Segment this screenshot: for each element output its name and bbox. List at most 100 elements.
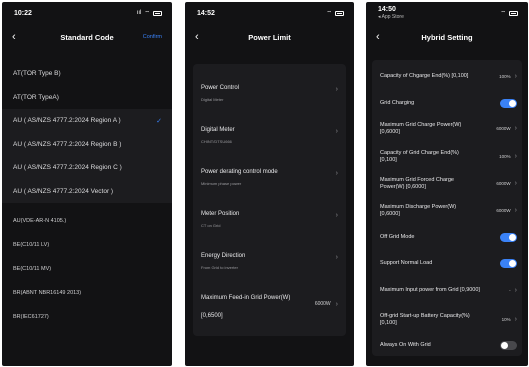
- status-icons: ⌔: [500, 9, 518, 17]
- off-grid-mode-toggle[interactable]: [500, 232, 517, 242]
- row-label: Support Normal Load: [380, 259, 433, 266]
- wifi-icon: ⌔: [326, 11, 332, 17]
- hybrid-setting-screen: 14:50 ◂ App Store ⌔ ‹ Hybrid Setting Cap…: [366, 2, 528, 366]
- chevron-right-icon: ›: [335, 211, 338, 219]
- app-store-back-link[interactable]: ◂ App Store: [378, 14, 404, 20]
- row-label: Power derating control mode: [201, 169, 278, 175]
- back-icon[interactable]: ‹: [12, 31, 26, 43]
- derating-mode-row[interactable]: Power derating control mode Minimum phase…: [193, 152, 346, 194]
- row-value: 10%: [501, 317, 511, 322]
- always-on-with-grid-toggle[interactable]: [500, 340, 517, 350]
- chevron-right-icon: ›: [335, 253, 338, 261]
- row-value: CT on Grid: [201, 223, 221, 228]
- grid-charge-end-capacity-row[interactable]: Capacity of Grid Charge End(%) [0,100] 1…: [372, 143, 522, 170]
- list-item-label: BE(C10/11 LV): [13, 242, 50, 248]
- chevron-right-icon: ›: [335, 127, 338, 135]
- list-item-selected[interactable]: AU ( AS/NZS 4777.2:2024 Region A ) ✓: [2, 109, 172, 133]
- standard-code-list: AT(TOR Type B) AT(TOR TypeA) AU ( AS/NZS…: [2, 62, 172, 329]
- list-item-label: BR(IEC61727): [13, 314, 49, 320]
- list-item[interactable]: AU ( AS/NZS 4777.2:2024 Vector ): [2, 180, 172, 204]
- row-label: Maximum Feed-in Grid Power(W) [0,6500]: [201, 295, 291, 319]
- row-label: Digital Meter: [201, 127, 235, 133]
- charge-end-capacity-row[interactable]: Capacity of Chgarge End(%) [0,100] 100% ›: [372, 60, 522, 92]
- row-label: Maximum Grid Forced Charge Power(W) [0,6…: [380, 176, 454, 190]
- chevron-right-icon: ›: [335, 169, 338, 177]
- max-feed-in-row[interactable]: Maximum Feed-in Grid Power(W) [0,6500] 6…: [193, 278, 346, 332]
- chevron-right-icon: ›: [335, 300, 338, 308]
- grid-charging-toggle[interactable]: [500, 98, 517, 108]
- chevron-right-icon: ›: [514, 316, 517, 323]
- row-label: Energy Direction: [201, 253, 246, 259]
- status-bar: 14:52 ⌔: [185, 2, 354, 24]
- power-limit-screen: 14:52 ⌔ ‹ Power Limit Power Control Digit…: [185, 2, 354, 366]
- chevron-right-icon: ›: [514, 287, 517, 294]
- status-icons: ⌔: [326, 9, 344, 17]
- nav-bar: ‹ Power Limit: [185, 24, 354, 50]
- standard-code-screen: 10:22 ııl ⌔ ‹ Standard Code Confirm AT(T…: [2, 2, 172, 366]
- power-limit-list: Power Control Digital Meter › Digital Met…: [193, 64, 346, 336]
- max-input-power-row[interactable]: Maximum Input power from Grid [0,9000] -…: [372, 276, 522, 305]
- row-value: Minimum phase power: [201, 181, 242, 186]
- off-grid-startup-capacity-row[interactable]: Off-grid Start-up Battery Capacity(%) [0…: [372, 305, 522, 334]
- signal-icon: ııl: [136, 10, 142, 16]
- list-item[interactable]: AU ( AS/NZS 4777.2:2024 Region C ): [2, 156, 172, 180]
- digital-meter-row[interactable]: Digital Meter CHINT/DTSU666 ›: [193, 110, 346, 152]
- row-label: Always On With Grid: [380, 341, 431, 348]
- list-item[interactable]: AT(TOR Type B): [2, 62, 172, 86]
- page-title: Power Limit: [248, 32, 291, 42]
- row-label: Capacity of Grid Charge End(%) [0,100]: [380, 149, 459, 163]
- battery-icon: [153, 10, 162, 16]
- support-normal-load-row: Support Normal Load: [372, 250, 522, 276]
- list-item-label: AU(VDE-AR-N 4105.): [13, 218, 67, 224]
- nav-bar: ‹ Standard Code Confirm: [2, 24, 172, 50]
- chevron-right-icon: ›: [514, 153, 517, 160]
- row-label: Maximum Grid Charge Power(W) [0,6000]: [380, 121, 462, 135]
- battery-icon: [335, 10, 344, 16]
- list-item-label: AT(TOR TypeA): [13, 93, 59, 101]
- energy-direction-row[interactable]: Energy Direction From Grid to inverter ›: [193, 236, 346, 278]
- row-label: Power Control: [201, 85, 240, 91]
- list-item[interactable]: AU ( AS/NZS 4777.2:2024 Region B ): [2, 133, 172, 157]
- wifi-icon: ⌔: [144, 11, 150, 17]
- row-value: 6000W: [496, 126, 511, 131]
- hybrid-setting-list: Capacity of Chgarge End(%) [0,100] 100% ›…: [372, 60, 522, 356]
- checkmark-icon: ✓: [156, 117, 162, 125]
- row-value: -: [509, 288, 511, 293]
- status-time: 10:22: [14, 9, 32, 17]
- chevron-right-icon: ›: [514, 72, 517, 80]
- power-control-row[interactable]: Power Control Digital Meter ›: [193, 68, 346, 110]
- row-value: Digital Meter: [201, 97, 224, 102]
- list-item[interactable]: AT(TOR TypeA): [2, 86, 172, 110]
- list-item-label: AT(TOR Type B): [13, 70, 61, 78]
- meter-position-row[interactable]: Meter Position CT on Grid ›: [193, 194, 346, 236]
- list-item[interactable]: BE(C10/11 MV): [2, 257, 172, 281]
- row-label: Grid Charging: [380, 99, 415, 106]
- max-grid-charge-power-row[interactable]: Maximum Grid Charge Power(W) [0,6000] 60…: [372, 114, 522, 143]
- row-value: CHINT/DTSU666: [201, 139, 232, 144]
- support-normal-load-toggle[interactable]: [500, 258, 517, 268]
- status-time: 14:50: [378, 6, 396, 13]
- status-bar: 10:22 ııl ⌔: [2, 2, 172, 24]
- page-title: Hybrid Setting: [421, 32, 473, 42]
- grid-charging-row: Grid Charging: [372, 92, 522, 114]
- back-icon[interactable]: ‹: [195, 31, 209, 43]
- list-item[interactable]: BR(IEC61727): [2, 305, 172, 329]
- max-grid-forced-charge-row[interactable]: Maximum Grid Forced Charge Power(W) [0,6…: [372, 170, 522, 197]
- list-item[interactable]: AU(VDE-AR-N 4105.): [2, 209, 172, 233]
- chevron-right-icon: ›: [514, 180, 517, 187]
- row-value: 6000W: [496, 181, 511, 186]
- row-value: 100%: [499, 73, 511, 79]
- row-label: Meter Position: [201, 211, 240, 217]
- list-item[interactable]: BR(ABNT NBR16149 2013): [2, 281, 172, 305]
- status-icons: ııl ⌔: [137, 9, 162, 17]
- list-item[interactable]: BE(C10/11 LV): [2, 233, 172, 257]
- always-on-with-grid-row: Always On With Grid: [372, 334, 522, 356]
- max-discharge-power-row[interactable]: Maximum Discharge Power(W) [0,6000] 6000…: [372, 197, 522, 224]
- row-label: Off Grid Mode: [380, 233, 415, 240]
- confirm-button[interactable]: Confirm: [143, 34, 162, 40]
- list-item-label: AU ( AS/NZS 4777.2:2024 Vector ): [13, 187, 114, 195]
- back-icon[interactable]: ‹: [376, 31, 390, 43]
- row-label: Capacity of Chgarge End(%) [0,100]: [380, 72, 469, 79]
- row-value: 6000W: [314, 301, 331, 307]
- row-value: 6000W: [496, 208, 511, 213]
